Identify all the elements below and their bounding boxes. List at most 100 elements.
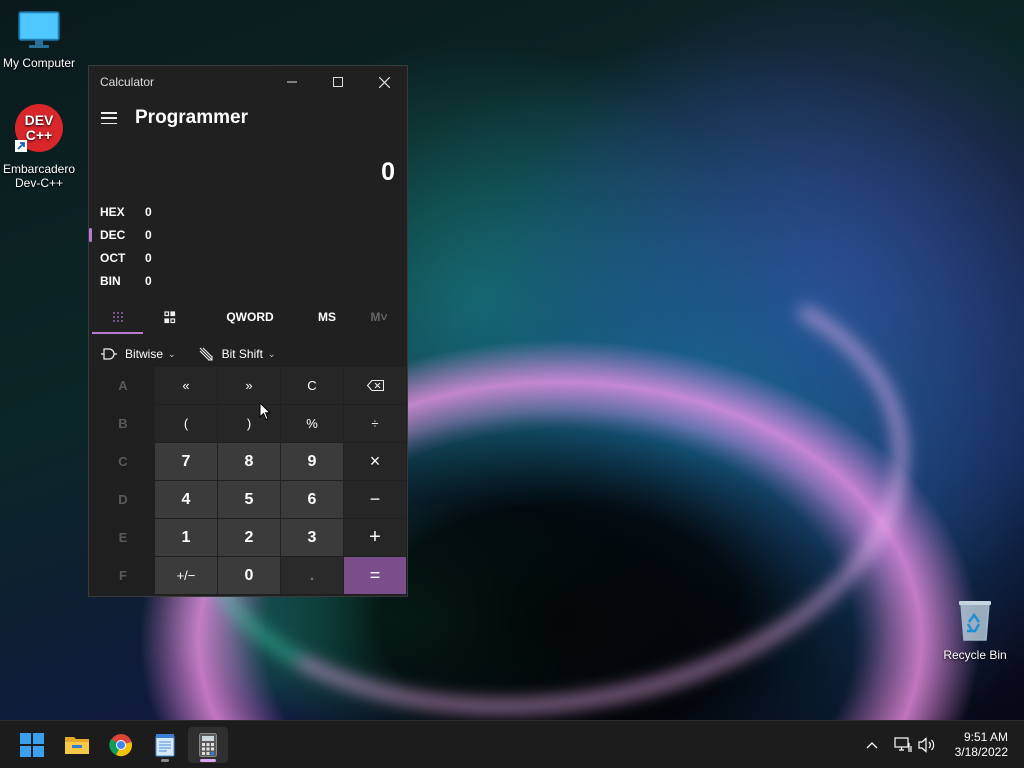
window-title: Calculator — [100, 75, 155, 89]
radix-label: DEC — [100, 227, 126, 242]
radix-bin[interactable]: BIN 0 — [89, 269, 407, 292]
key-hex-a[interactable]: A — [92, 367, 154, 404]
bit-shift-icon — [199, 347, 213, 361]
calculator-app-icon — [199, 733, 217, 757]
taskbar: 9:51 AM 3/18/2022 — [0, 720, 1024, 768]
radix-value: 0 — [145, 250, 152, 265]
keypad-tabs: QWORD MS M˅ — [89, 300, 407, 334]
desktop-icon-recycle-bin[interactable]: Recycle Bin — [933, 598, 1017, 662]
key-5[interactable]: 5 — [218, 481, 280, 518]
chevron-down-icon: ⌄ — [267, 348, 276, 359]
key-clear[interactable]: C — [281, 367, 343, 404]
close-button[interactable] — [361, 66, 407, 98]
logic-gate-icon — [101, 348, 117, 360]
key-decimal[interactable]: . — [281, 557, 343, 594]
monitor-icon — [18, 11, 60, 48]
keypad: A « » C B ( ) % ÷ C 7 8 9 × D 4 5 6 − E … — [92, 367, 406, 594]
bitshift-dropdown[interactable]: Bit Shift ⌄ — [198, 346, 276, 362]
mouse-pointer-icon — [259, 402, 271, 421]
taskbar-chrome[interactable] — [101, 727, 141, 763]
notepad-icon — [155, 734, 175, 757]
key-0[interactable]: 0 — [218, 557, 280, 594]
chrome-icon — [109, 734, 132, 757]
key-9[interactable]: 9 — [281, 443, 343, 480]
key-left-shift[interactable]: « — [155, 367, 217, 404]
radix-hex[interactable]: HEX 0 — [89, 200, 407, 223]
svg-text:DEV: DEV — [25, 112, 54, 128]
key-7[interactable]: 7 — [155, 443, 217, 480]
taskbar-calculator[interactable] — [188, 727, 228, 763]
key-negate[interactable]: +/− — [155, 557, 217, 594]
key-4[interactable]: 4 — [155, 481, 217, 518]
radix-list: HEX 0 DEC 0 OCT 0 BIN 0 — [89, 200, 407, 292]
desktop-icon-my-computer[interactable]: My Computer — [0, 10, 81, 70]
key-2[interactable]: 2 — [218, 519, 280, 556]
key-divide[interactable]: ÷ — [344, 405, 406, 442]
key-3[interactable]: 3 — [281, 519, 343, 556]
key-add[interactable]: + — [344, 519, 406, 556]
folder-icon — [65, 737, 89, 754]
radix-label: OCT — [100, 250, 126, 265]
radix-label: BIN — [100, 273, 121, 288]
minimize-icon — [287, 81, 297, 83]
result-display: 0 — [381, 158, 395, 186]
key-1[interactable]: 1 — [155, 519, 217, 556]
key-hex-e[interactable]: E — [92, 519, 154, 556]
volume-button[interactable] — [918, 721, 936, 768]
taskbar-notepad[interactable] — [145, 727, 185, 763]
key-equals[interactable]: = — [344, 557, 406, 594]
maximize-icon — [333, 77, 343, 87]
maximize-button[interactable] — [315, 66, 361, 98]
key-subtract[interactable]: − — [344, 481, 406, 518]
chevron-up-icon — [866, 742, 878, 749]
calculator-window: Calculator Programmer 0 HEX 0 DEC 0 OCT … — [88, 65, 408, 597]
bitwise-dropdown[interactable]: Bitwise ⌄ — [101, 347, 176, 361]
taskbar-file-explorer[interactable] — [57, 727, 97, 763]
bitshift-label: Bit Shift — [221, 347, 263, 361]
speaker-icon — [918, 737, 935, 753]
key-6[interactable]: 6 — [281, 481, 343, 518]
key-backspace[interactable] — [344, 367, 406, 404]
radix-value: 0 — [145, 204, 152, 219]
key-8[interactable]: 8 — [218, 443, 280, 480]
desktop-icon-label: Embarcadero Dev-C++ — [2, 162, 76, 190]
svg-text:C++: C++ — [26, 127, 52, 143]
hamburger-menu-icon[interactable] — [101, 112, 117, 124]
clock-time: 9:51 AM — [963, 730, 1008, 744]
memory-store-button[interactable]: MS — [303, 300, 351, 334]
key-open-paren[interactable]: ( — [155, 405, 217, 442]
title-bar[interactable]: Calculator — [89, 66, 407, 98]
selected-indicator — [89, 228, 92, 242]
clock[interactable]: 9:51 AM 3/18/2022 — [955, 730, 1008, 760]
key-multiply[interactable]: × — [344, 443, 406, 480]
start-button[interactable] — [12, 727, 52, 763]
radix-value: 0 — [145, 273, 152, 288]
devcpp-logo-icon: DEV C++ — [15, 104, 63, 152]
network-icon — [894, 737, 912, 752]
show-hidden-icons-button[interactable] — [866, 721, 878, 768]
word-size-button[interactable]: QWORD — [197, 300, 303, 334]
network-button[interactable] — [894, 721, 912, 768]
bit-toggle-keypad-icon — [164, 310, 176, 323]
desktop-icon-label: Recycle Bin — [943, 648, 1007, 662]
full-keypad-icon — [112, 312, 123, 322]
active-indicator — [200, 759, 216, 762]
key-right-shift[interactable]: » — [218, 367, 280, 404]
radix-dec[interactable]: DEC 0 — [89, 223, 407, 246]
minimize-button[interactable] — [269, 66, 315, 98]
key-hex-b[interactable]: B — [92, 405, 154, 442]
tab-full-keypad[interactable] — [92, 300, 143, 334]
radix-oct[interactable]: OCT 0 — [89, 246, 407, 269]
windows-logo-icon — [20, 733, 44, 757]
key-hex-f[interactable]: F — [92, 557, 154, 594]
clock-date: 3/18/2022 — [954, 745, 1008, 759]
key-modulo[interactable]: % — [281, 405, 343, 442]
key-hex-c[interactable]: C — [92, 443, 154, 480]
key-hex-d[interactable]: D — [92, 481, 154, 518]
tab-bit-toggle[interactable] — [143, 300, 197, 334]
desktop-icon-devcpp[interactable]: DEV C++ Embarcadero Dev-C++ — [0, 104, 81, 190]
desktop-icon-label: My Computer — [2, 56, 76, 70]
bitwise-label: Bitwise — [125, 347, 164, 361]
recycle-bin-icon — [959, 601, 991, 641]
memory-recall-button[interactable]: M˅ — [351, 300, 407, 334]
